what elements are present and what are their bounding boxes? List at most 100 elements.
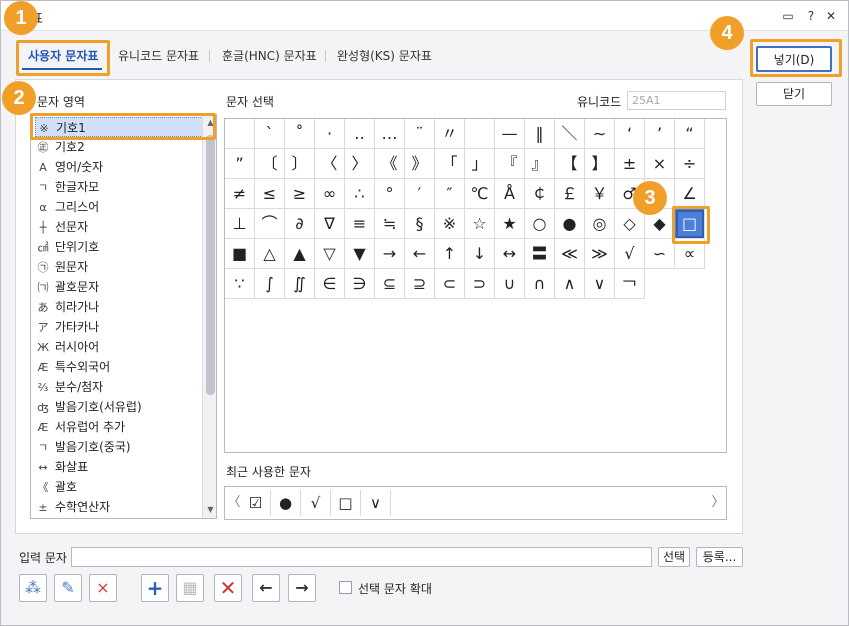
char-cell[interactable]: ∼ [585,119,615,149]
char-cell[interactable]: ∽ [645,239,675,269]
recent-char-cell[interactable]: ☑ [241,490,271,516]
char-cell[interactable]: ⊥ [225,209,255,239]
char-cell[interactable]: 『 [495,149,525,179]
register-button[interactable]: 등록... [696,547,743,567]
char-cell[interactable] [465,119,495,149]
char-cell[interactable]: ± [615,149,645,179]
area-list-item[interactable]: ㄱ 한글자모 [35,177,203,197]
delete-icon[interactable]: ✕ [214,574,242,602]
char-cell[interactable]: ○ [525,209,555,239]
recent-prev-icon[interactable]: 〈 [227,487,241,519]
char-cell[interactable]: § [405,209,435,239]
char-cell[interactable]: ∵ [225,269,255,299]
char-cell[interactable]: — [495,119,525,149]
delete-chars-icon[interactable]: ⨯ [89,574,117,602]
add-icon[interactable]: + [141,574,169,602]
select-button[interactable]: 선택 [658,547,690,567]
char-cell[interactable]: ∫ [255,269,285,299]
char-cell[interactable]: ≡ [345,209,375,239]
char-cell[interactable]: 「 [435,149,465,179]
char-cell[interactable]: ” [225,149,255,179]
char-cell[interactable]: 〃 [435,119,465,149]
char-cell[interactable]: ⊃ [465,269,495,299]
char-cell[interactable]: ° [375,179,405,209]
edit-chars-icon[interactable]: ✎ [54,574,82,602]
tab-ks-chartable[interactable]: 완성형(KS) 문자표 [337,41,432,71]
tab-unicode-chartable[interactable]: 유니코드 문자표 [118,41,199,71]
char-cell[interactable]: ′ [405,179,435,209]
char-cell[interactable]: ″ [435,179,465,209]
area-list-item[interactable]: ┼ 선문자 [35,217,203,237]
area-list-item[interactable]: あ 히라가나 [35,297,203,317]
area-list-item[interactable]: ± 수학연산자 [35,497,203,517]
enlarge-checkbox[interactable] [339,581,352,594]
arrow-left-icon[interactable]: ← [252,574,280,602]
char-cell[interactable]: ● [555,209,585,239]
char-cell[interactable]: ◇ [615,209,645,239]
char-cell[interactable]: ← [405,239,435,269]
char-cell[interactable]: ∇ [315,209,345,239]
area-list-item[interactable]: Æ 서유럽어 추가 [35,417,203,437]
char-cell[interactable]: ⊆ [375,269,405,299]
recent-char-cell[interactable]: √ [301,490,331,516]
scroll-thumb[interactable] [206,135,215,395]
tab-hnc-chartable[interactable]: 훈글(HNC) 문자표 [222,41,317,71]
char-cell[interactable]: 【 [555,149,585,179]
char-cell[interactable]: 〉 [345,149,375,179]
close-icon[interactable]: ✕ [822,7,840,25]
char-cell[interactable]: ≒ [375,209,405,239]
char-cell[interactable]: ≤ [255,179,285,209]
char-cell[interactable]: ∈ [315,269,345,299]
char-cell[interactable]: ∴ [345,179,375,209]
char-cell[interactable]: ≠ [225,179,255,209]
char-cell[interactable]: √ [615,239,645,269]
char-cell[interactable]: ※ [435,209,465,239]
char-cell[interactable]: ‖ [525,119,555,149]
recent-char-cell[interactable]: ∨ [361,490,391,516]
char-cell[interactable]: ∧ [555,269,585,299]
char-cell[interactable]: 〔 [255,149,285,179]
area-list-item[interactable]: A 영어/숫자 [35,157,203,177]
char-cell[interactable]: ￠ [525,179,555,209]
char-cell[interactable]: ≫ [585,239,615,269]
area-list-item[interactable]: ㊣ 기호2 [35,137,203,157]
char-cell[interactable]: ▲ [285,239,315,269]
char-cell[interactable]: ∨ [585,269,615,299]
recent-next-icon[interactable]: 〉 [711,487,725,519]
char-cell[interactable]: ÷ [675,149,705,179]
char-cell[interactable]: Å [495,179,525,209]
close-button[interactable]: 닫기 [756,82,832,106]
feedback-icon[interactable]: ▭ [779,7,797,25]
char-cell[interactable]: △ [255,239,285,269]
char-cell[interactable]: ∪ [495,269,525,299]
char-cell[interactable]: ∂ [285,209,315,239]
char-cell[interactable]: ⌒ [255,209,285,239]
char-cell[interactable]: ▼ [345,239,375,269]
area-list-item[interactable]: ↔ 화살표 [35,457,203,477]
area-list-item[interactable]: ㎠ 단위기호 [35,237,203,257]
char-cell[interactable]: ℃ [465,179,495,209]
char-cell[interactable]: ▽ [315,239,345,269]
char-cell[interactable]: ☆ [465,209,495,239]
char-cell[interactable]: 」 [465,149,495,179]
input-chars-field[interactable] [71,547,652,567]
char-cell[interactable]: ￥ [585,179,615,209]
char-cell[interactable]: ˋ [255,119,285,149]
recent-char-cell[interactable]: □ [331,490,361,516]
char-cell[interactable]: ★ [495,209,525,239]
char-cell[interactable]: ￡ [555,179,585,209]
char-cell[interactable]: ≪ [555,239,585,269]
char-cell[interactable]: ⊂ [435,269,465,299]
char-cell[interactable]: ∬ [285,269,315,299]
char-cell[interactable]: ¨ [405,119,435,149]
char-cell[interactable]: ↓ [465,239,495,269]
char-cell[interactable]: 〈 [315,149,345,179]
char-cell[interactable]: 〓 [525,239,555,269]
char-cell[interactable]: ■ [225,239,255,269]
char-cell[interactable]: 〕 [285,149,315,179]
area-list-item[interactable]: Æ 특수외국어 [35,357,203,377]
char-cell[interactable]: ≥ [285,179,315,209]
area-list-item[interactable]: ⅔ 분수/첨자 [35,377,203,397]
area-list-item[interactable]: ㉠ 원문자 [35,257,203,277]
char-cell[interactable]: ’ [645,119,675,149]
